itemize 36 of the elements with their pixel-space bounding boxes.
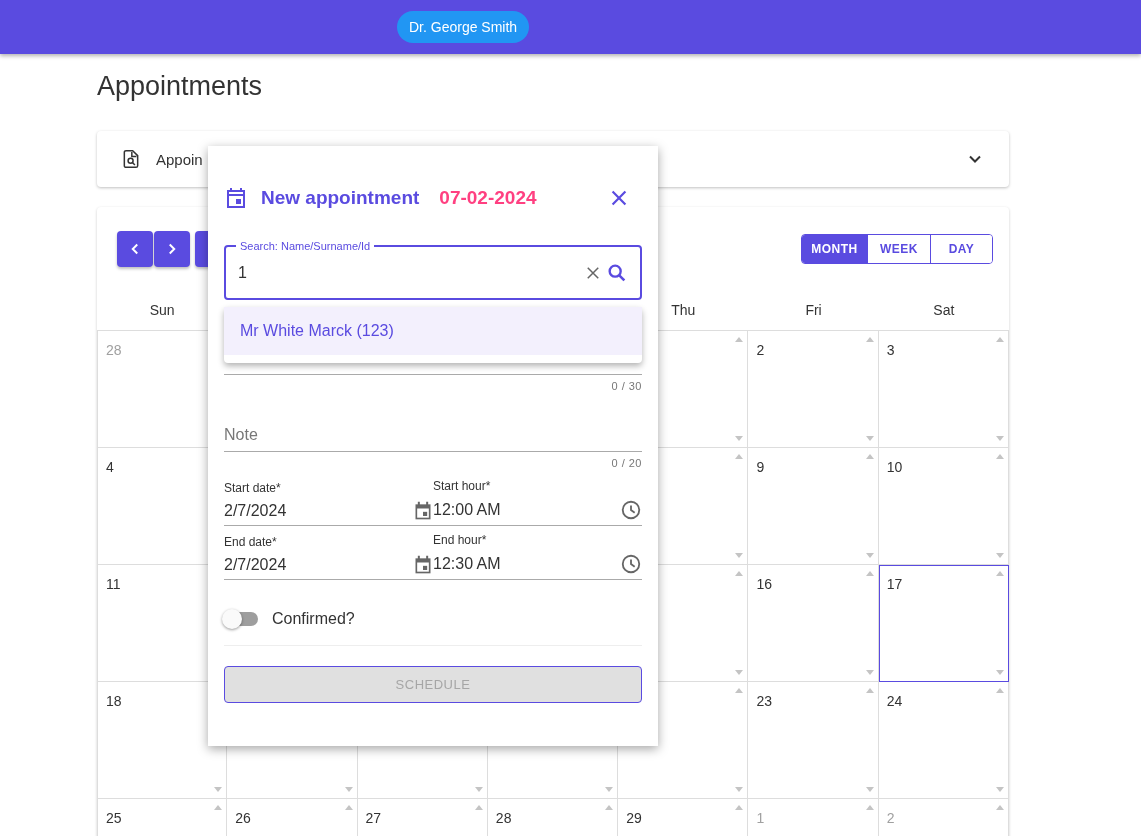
day-number: 28 [106,342,122,358]
day-number: 10 [886,459,903,475]
day-number: 17 [886,576,903,592]
field-label: Start hour* [433,479,492,493]
dialog-date: 07-02-2024 [439,187,538,209]
character-counter: 0 / 30 [610,379,642,394]
field-label: Search: Name/Surname/Id [236,239,375,253]
field-label: End hour* [433,533,488,547]
day-number: 24 [886,693,903,709]
weekday-label: Sat [933,302,955,318]
toggle-label: Confirmed? [272,610,355,628]
day-number: 16 [756,576,772,592]
day-number: 26 [235,810,251,826]
character-counter: 0 / 20 [610,456,642,471]
day-number: 28 [495,810,512,826]
panel-title: Appoin [156,150,204,168]
day-number: 2 [756,342,765,358]
day-number: 2 [886,810,895,826]
day-number: 18 [106,693,122,709]
dialog-title: New appointment [261,187,420,209]
day-number: 25 [106,810,122,826]
field-value: 1 [238,263,247,282]
weekday-label: Sun [149,302,175,318]
weekday-label: Thu [671,302,696,318]
day-number: 4 [106,459,114,475]
day-number: 9 [756,459,765,475]
day-number: 3 [886,342,895,358]
field-value: 12:30 AM [433,555,501,573]
day-number: 11 [106,576,121,592]
day-number: 1 [756,810,765,826]
day-number: 27 [365,810,382,826]
day-number: 29 [626,810,642,826]
weekday-label: Fri [805,302,822,318]
day-number: 23 [756,693,772,709]
field-value: 12:00 AM [433,501,501,519]
page-title: Appointments [97,70,264,103]
